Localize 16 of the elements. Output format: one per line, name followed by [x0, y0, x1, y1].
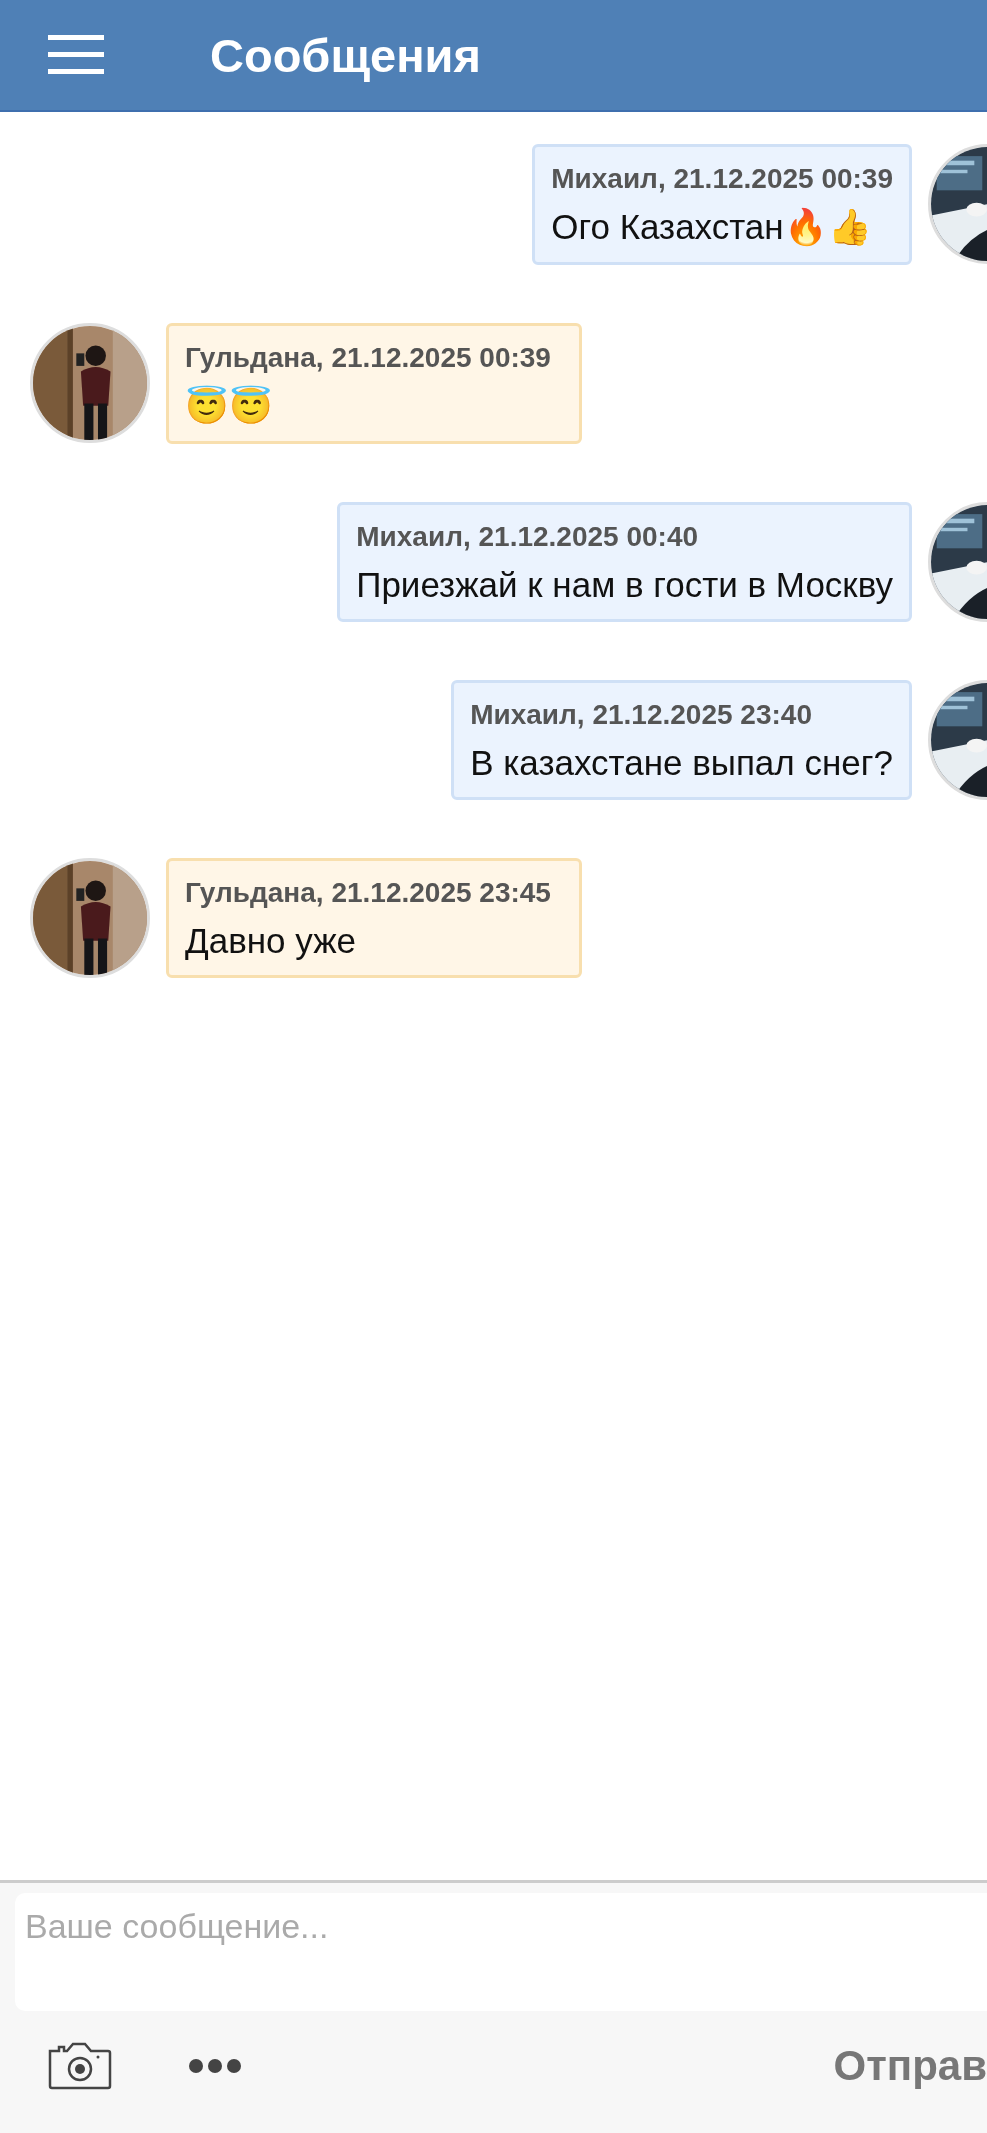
screen-title: Сообщения [210, 27, 481, 83]
message-text: Приезжай к нам в гости в Москву [356, 565, 893, 605]
send-button[interactable]: Отправ [833, 2042, 987, 2090]
camera-icon[interactable] [47, 2041, 113, 2091]
message-text: Давно уже [185, 921, 358, 961]
more-icon[interactable] [187, 2057, 243, 2075]
message-text: Ого Казахстан🔥👍 [551, 207, 873, 248]
message-text: 😇😇 [185, 386, 274, 427]
message-meta: Михаил, 21.12.2025 23:40 [470, 699, 813, 731]
menu-icon[interactable] [48, 35, 104, 75]
message-meta: Гульдана, 21.12.2025 00:39 [185, 342, 552, 374]
message-meta: Михаил, 21.12.2025 00:39 [551, 163, 893, 195]
message-text: В казахстане выпал снег? [470, 743, 893, 783]
message-meta: Гульдана, 21.12.2025 23:45 [185, 877, 552, 909]
message-input[interactable]: Ваше сообщение... [15, 1893, 987, 2011]
message-meta: Михаил, 21.12.2025 00:40 [356, 521, 700, 553]
